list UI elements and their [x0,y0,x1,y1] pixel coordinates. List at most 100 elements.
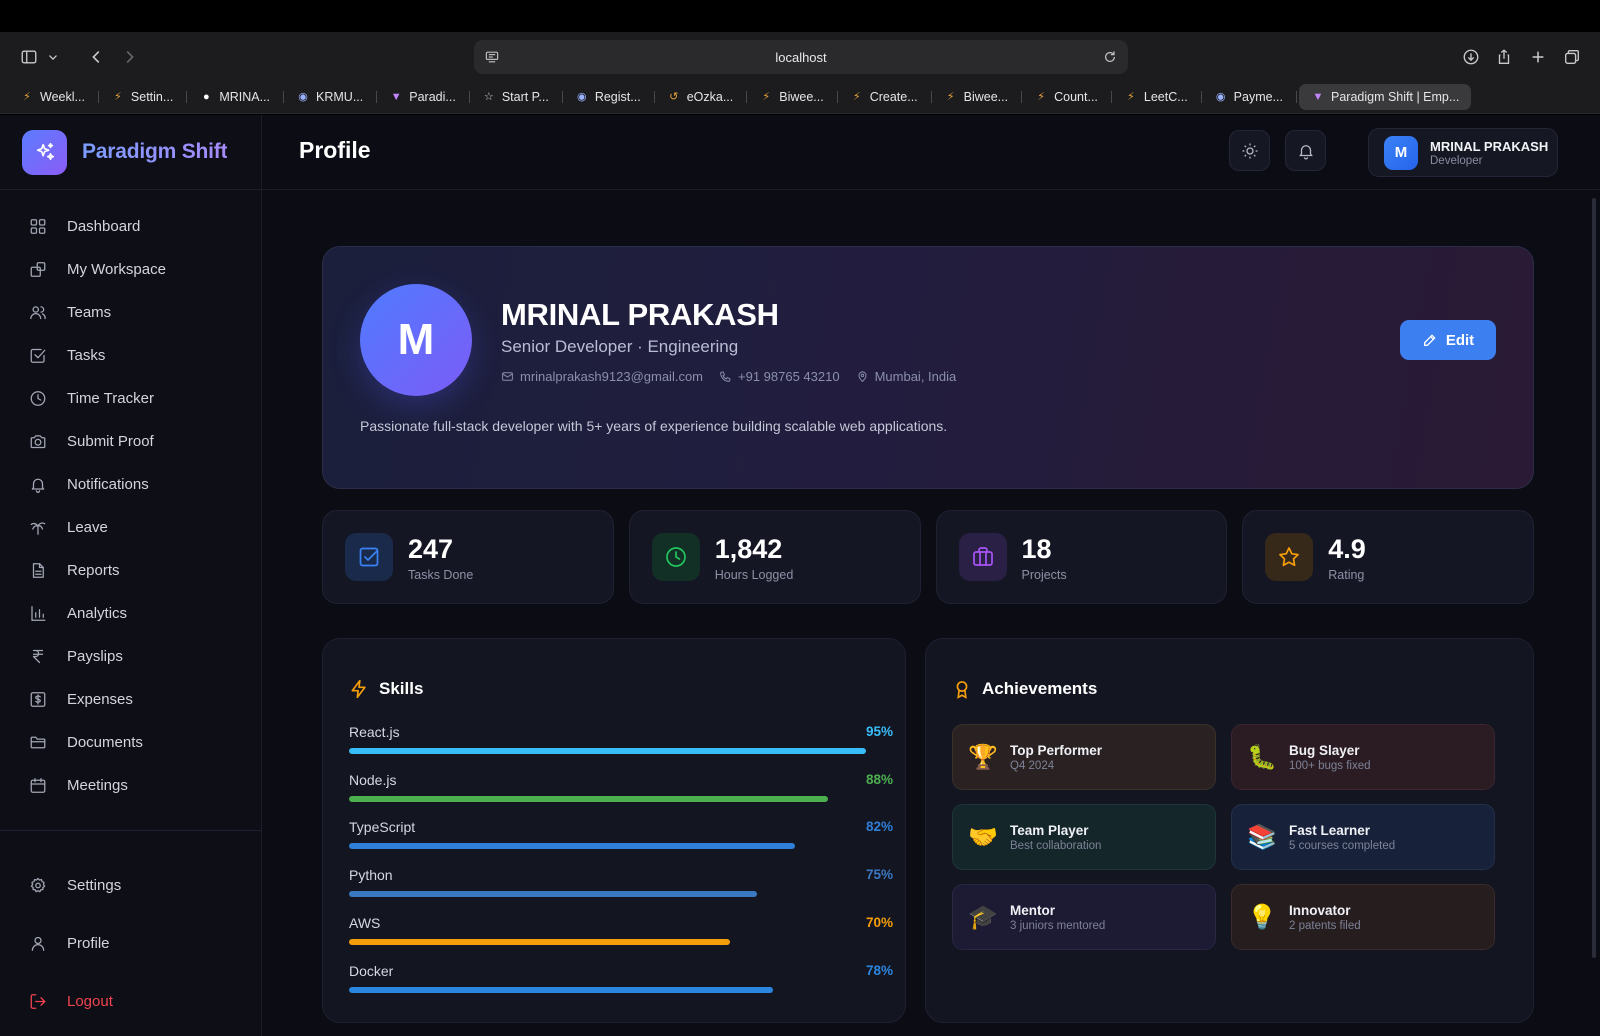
page-title: Profile [299,137,371,163]
download-icon[interactable] [1460,44,1482,70]
skill-row: Docker 78% [349,963,893,1003]
sidebar-toggle-icon[interactable] [18,44,40,70]
forward-button[interactable] [118,44,140,70]
address-bar[interactable]: localhost [474,40,1128,74]
user-menu[interactable]: M MRINAL PRAKASH Developer [1368,128,1558,177]
browser-tab-label: KRMU... [316,89,364,104]
chevron-down-icon[interactable] [46,44,60,70]
tab-favicon-icon: ▼ [390,90,402,103]
stat-card: 4.9 Rating [1242,510,1534,604]
notifications-button[interactable] [1285,130,1326,171]
sidebar-item-dashboard[interactable]: Dashboard [0,205,262,248]
sidebar-item-logout[interactable]: Logout [0,972,262,1030]
sidebar-item-reports[interactable]: Reports [0,549,262,592]
stat-value: 18 [1021,534,1052,564]
sidebar-item-payslips[interactable]: Payslips [0,635,262,678]
skill-percent: 78% [865,962,893,978]
logout-icon [29,992,47,1010]
reload-icon[interactable] [1102,49,1118,70]
new-tab-icon[interactable] [1527,44,1549,70]
browser-tab[interactable]: ⚡ Create... [840,84,932,110]
sidebar-item-meetings[interactable]: Meetings [0,764,262,807]
achievement-icon: 🎓 [968,903,998,931]
browser-tab[interactable]: ↺ eOzka... [657,84,748,110]
browser-tab-label: Payme... [1233,89,1283,104]
award-icon [956,681,968,699]
browser-tab[interactable]: ◉ Regist... [565,84,655,110]
tab-favicon-icon: ↺ [669,91,679,103]
profile-bio: Passionate full-stack developer with 5+ … [360,418,948,434]
skill-name: TypeScript [349,819,416,836]
browser-tab[interactable]: ⚡ Biwee... [934,84,1023,110]
app: Paradigm Shift Dashboard My Workspace Team… [0,115,1600,1036]
sidebar-item-tasks[interactable]: Tasks [0,334,262,377]
profile-phone[interactable]: +91 98765 43210 [738,369,840,384]
brand[interactable]: Paradigm Shift [0,115,261,190]
browser-tab[interactable]: ⚡ Biwee... [749,84,839,110]
stat-label: Rating [1328,568,1365,582]
sidebar-item-my-workspace[interactable]: My Workspace [0,248,262,291]
page-settings-icon[interactable] [484,49,500,70]
skill-progress-bar [349,986,774,993]
browser-tab[interactable]: ▼ Paradi... [379,84,470,110]
sidebar-item-submit-proof[interactable]: Submit Proof [0,420,262,463]
browser-tab[interactable]: ◉ KRMU... [286,84,378,110]
browser-tab-label: Biwee... [963,89,1009,104]
stat-label: Tasks Done [408,568,474,582]
sidebar-item-label: Tasks [67,347,106,364]
achievement-icon: 🐛 [1247,743,1277,771]
bell-icon [1298,144,1313,159]
sidebar-item-profile[interactable]: Profile [0,914,262,972]
url-text: localhost [775,49,827,65]
tab-favicon-icon: ● [202,90,210,103]
browser-tab[interactable]: ⚡ Weekl... [10,84,99,110]
palm-tree-icon [29,519,47,537]
tab-overview-icon[interactable] [1561,44,1583,70]
sidebar-item-label: Settings [67,876,122,894]
browser-tab[interactable]: ⚡ Settin... [101,84,188,110]
sidebar-item-label: Dashboard [67,218,141,235]
scrollbar[interactable] [1592,198,1596,958]
browser-tab[interactable]: ⚡ LeetC... [1114,84,1202,110]
sidebar-item-settings[interactable]: Settings [0,856,262,914]
profile-hero-card: M MRINAL PRAKASH Senior Developer · Engi… [322,246,1534,489]
back-button[interactable] [86,44,108,70]
brand-name: Paradigm Shift [82,140,228,163]
browser-tab[interactable]: ▼ Paradigm Shift | Emp... [1299,83,1472,110]
skill-percent: 88% [865,771,893,787]
sidebar-item-notifications[interactable]: Notifications [0,463,262,506]
sidebar-item-time-tracker[interactable]: Time Tracker [0,377,262,420]
edit-profile-button[interactable]: Edit [1400,320,1496,360]
theme-toggle-button[interactable] [1229,130,1270,171]
browser-tab[interactable]: ◉ Payme... [1204,84,1298,110]
profile-name: MRINAL PRAKASH [501,297,779,332]
profile-email[interactable]: mrinalprakash9123@gmail.com [520,369,703,384]
skill-progress-bar [349,748,866,754]
skill-progress-track [349,748,893,754]
os-menu-bar [0,0,1600,32]
clock-icon [651,533,700,581]
sidebar-item-teams[interactable]: Teams [0,291,262,334]
skill-percent: 95% [865,724,893,739]
lightning-icon [351,679,366,699]
sidebar-item-documents[interactable]: Documents [0,721,262,764]
browser-tab[interactable]: ☆ Start P... [472,84,563,110]
stats-row: 247 Tasks Done 1,842 Hours Logged 18 Projects… [322,510,1534,604]
phone-icon [720,371,731,382]
sidebar-item-label: Analytics [67,605,128,622]
browser-tab-label: MRINA... [219,89,271,104]
skill-progress-bar [349,938,730,945]
achievement-fast-learner: 📚 Fast Learner 5 courses completed [1231,804,1495,870]
user-icon [29,934,47,952]
sidebar-item-expenses[interactable]: Expenses [0,678,262,721]
sidebar-item-label: Leave [67,519,108,536]
skill-row: Python 75% [349,867,893,907]
tab-favicon-icon: ⚡ [1037,91,1045,103]
sidebar-item-leave[interactable]: Leave [0,506,262,549]
achievement-mentor: 🎓 Mentor 3 juniors mentored [952,884,1216,950]
share-icon[interactable] [1493,44,1515,70]
browser-tab[interactable]: ⚡ Count... [1024,84,1112,110]
browser-tab[interactable]: ● MRINA... [189,84,284,110]
tab-favicon-icon: ▼ [1312,90,1324,103]
sidebar-item-analytics[interactable]: Analytics [0,592,262,635]
